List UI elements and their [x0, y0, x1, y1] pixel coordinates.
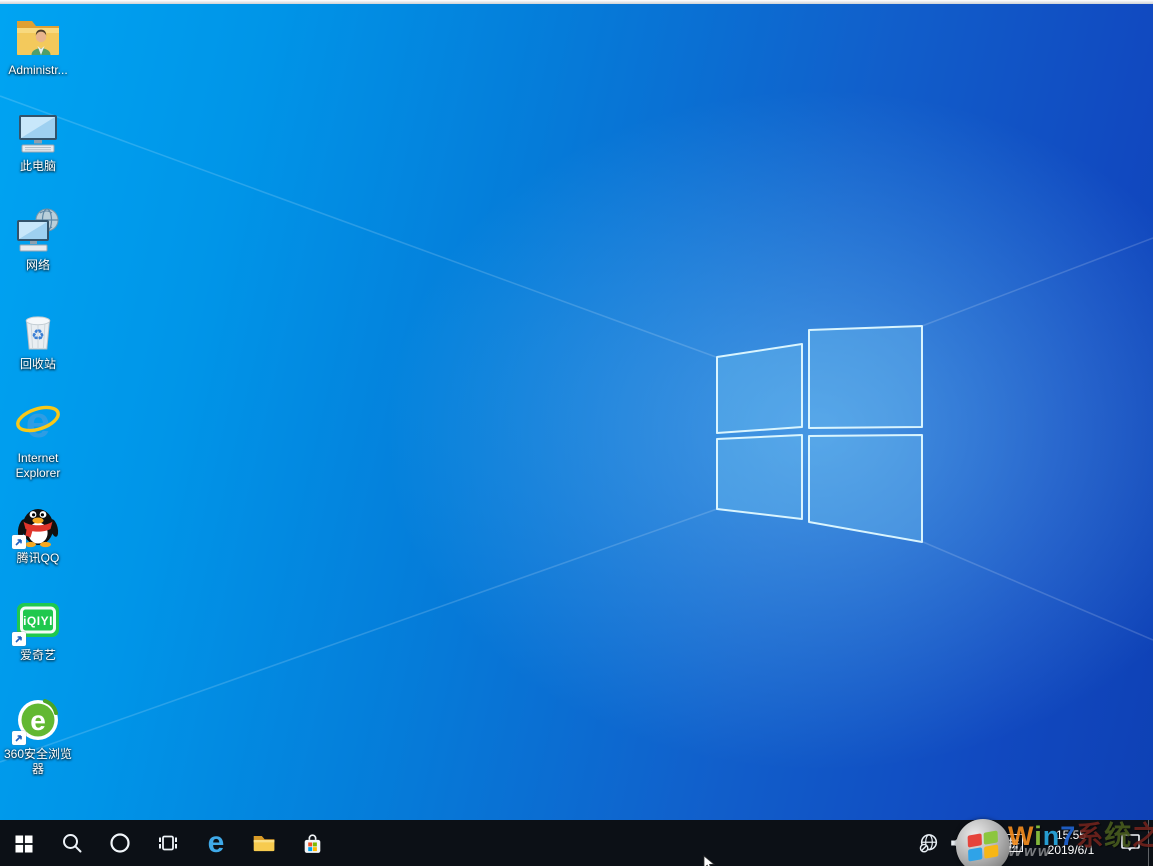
globe-no-internet-icon [919, 833, 939, 853]
taskbar: e [0, 820, 1153, 866]
desktop-icon-label: Internet Explorer [1, 451, 75, 481]
ime-mode-button[interactable]: 拼 [1000, 820, 1028, 866]
search-icon [60, 831, 84, 855]
recycle-bin-icon: ♻ [14, 306, 62, 354]
file-explorer-icon [251, 830, 277, 856]
shortcut-arrow-badge [12, 731, 26, 745]
desktop-icon-administrator[interactable]: Administr... [1, 12, 75, 78]
desktop-icon-network[interactable]: 网络 [1, 207, 75, 273]
system-tray: 中 拼 15:55 2019/6/1 [914, 820, 1153, 866]
microsoft-store-icon [300, 831, 325, 856]
taskbar-clock[interactable]: 15:55 2019/6/1 [1028, 828, 1114, 858]
desktop-icon-label: 腾讯QQ [17, 551, 60, 566]
recycle-glyph: ♻ [31, 327, 44, 344]
task-view-icon [156, 831, 180, 855]
user-folder-icon [14, 12, 62, 60]
search-button[interactable] [48, 820, 96, 866]
ime-pinyin-badge: 拼 [1005, 834, 1023, 852]
desktop-icon-label: 网络 [26, 258, 50, 273]
desktop-icon-label: 360安全浏览器 [1, 747, 75, 777]
clock-time: 15:55 [1056, 828, 1086, 843]
desktop-icon-this-pc[interactable]: 此电脑 [1, 108, 75, 174]
action-center-icon [1119, 832, 1143, 854]
top-border-strip [0, 0, 1153, 4]
windows-flag-logo [717, 326, 922, 542]
shortcut-arrow-badge [12, 535, 26, 549]
desktop-icon-iqiyi[interactable]: iQIYI 爱奇艺 [1, 597, 75, 663]
volume-button[interactable] [944, 820, 974, 866]
qq-penguin-icon [14, 500, 62, 548]
windows-logo-wallpaper-art [0, 0, 1153, 866]
speaker-icon [949, 833, 969, 853]
internet-explorer-icon: e [14, 400, 62, 448]
desktop-icon-tencent-qq[interactable]: 腾讯QQ [1, 500, 75, 566]
task-view-button[interactable] [144, 820, 192, 866]
file-explorer-button[interactable] [240, 820, 288, 866]
cortana-circle-icon [108, 831, 132, 855]
windows-desktop: Administr... 此电脑 [0, 0, 1153, 866]
clock-date: 2019/6/1 [1048, 843, 1095, 858]
windows-start-icon [12, 831, 36, 855]
this-pc-icon [14, 108, 62, 156]
network-icon [14, 207, 62, 255]
360-browser-icon: e [14, 696, 62, 744]
iqiyi-icon: iQIYI [14, 597, 62, 645]
iqiyi-logo-text: iQIYI [23, 614, 53, 628]
desktop-icon-label: 爱奇艺 [20, 648, 56, 663]
edge-icon: e [208, 828, 225, 858]
store-button[interactable] [288, 820, 336, 866]
desktop-icon-label: Administr... [8, 63, 67, 78]
start-button[interactable] [0, 820, 48, 866]
language-indicator[interactable]: 中 [974, 820, 1000, 866]
desktop-icon-label: 回收站 [20, 357, 56, 372]
shortcut-arrow-badge [12, 632, 26, 646]
show-desktop-button[interactable] [1148, 820, 1153, 866]
desktop-icon-recycle-bin[interactable]: ♻ 回收站 [1, 306, 75, 372]
desktop-icon-360-browser[interactable]: e 360安全浏览器 [1, 696, 75, 777]
taskbar-empty-area [336, 820, 914, 866]
cortana-button[interactable] [96, 820, 144, 866]
360-e-glyph: e [30, 705, 46, 736]
action-center-button[interactable] [1114, 820, 1148, 866]
desktop-icon-internet-explorer[interactable]: e Internet Explorer [1, 400, 75, 481]
network-status-button[interactable] [914, 820, 944, 866]
desktop-icon-label: 此电脑 [20, 159, 56, 174]
edge-button[interactable]: e [192, 820, 240, 866]
